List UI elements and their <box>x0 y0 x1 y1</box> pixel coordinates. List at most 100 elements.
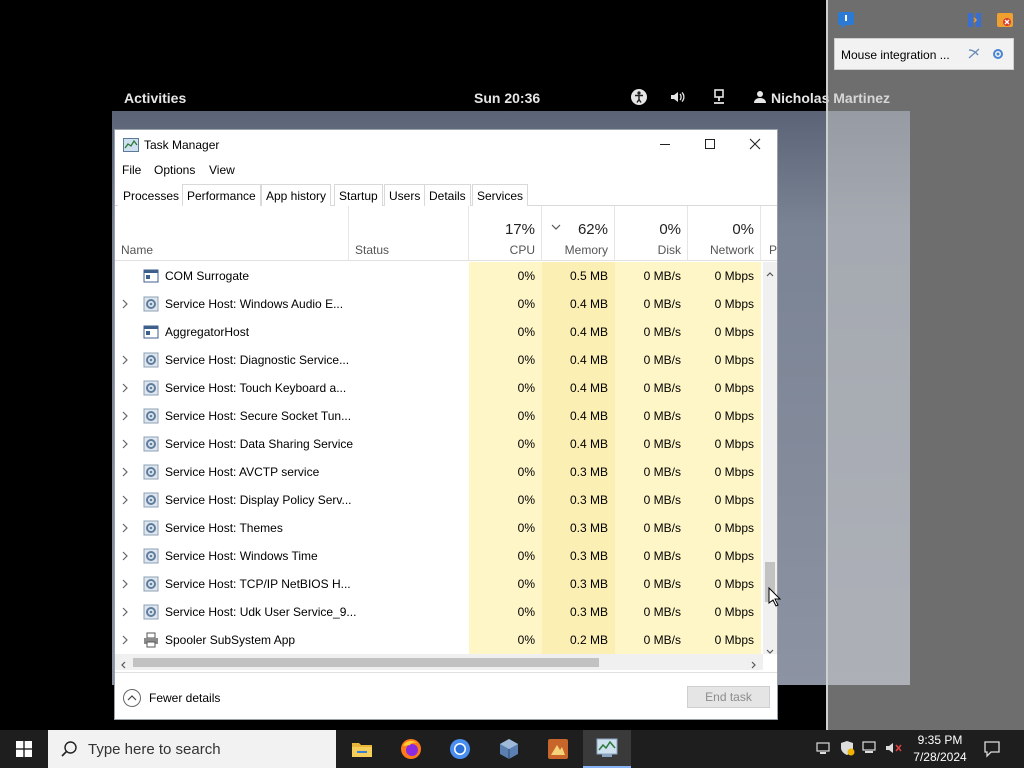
chevron-right-icon[interactable] <box>121 626 133 654</box>
menu-options[interactable]: Options <box>154 163 195 177</box>
process-cpu: 0% <box>469 570 542 598</box>
mouse-disabled-icon[interactable] <box>967 47 981 61</box>
process-network: 0 Mbps <box>688 626 761 654</box>
network-wired-icon[interactable] <box>710 88 728 106</box>
process-name: Service Host: Data Sharing Service <box>165 437 354 451</box>
tray-display-icon[interactable] <box>816 741 830 755</box>
table-row[interactable]: Service Host: Diagnostic Service... 0% 0.4… <box>115 346 763 374</box>
column-cpu[interactable]: 17% CPU <box>469 206 542 261</box>
chevron-right-icon[interactable] <box>121 430 133 458</box>
tray-network-icon[interactable] <box>862 741 878 755</box>
gnome-clock[interactable]: Sun 20:36 <box>474 90 540 106</box>
activities-button[interactable]: Activities <box>124 90 186 106</box>
taskbar-file-explorer[interactable] <box>338 730 386 768</box>
chevron-right-icon[interactable] <box>121 598 133 626</box>
gear-icon <box>143 408 159 424</box>
search-icon <box>60 740 78 758</box>
restore-panel-icon[interactable] <box>965 10 985 30</box>
close-panel-icon[interactable] <box>995 10 1015 30</box>
menu-file[interactable]: File <box>122 163 141 177</box>
chevron-right-icon[interactable] <box>121 486 133 514</box>
taskbar-chrome[interactable] <box>436 730 484 768</box>
process-memory: 0.4 MB <box>542 318 615 346</box>
chevron-right-icon[interactable] <box>121 374 133 402</box>
process-name: Service Host: Windows Time <box>165 549 318 563</box>
table-row[interactable]: Service Host: Themes 0% 0.3 MB 0 MB/s 0 Mbps <box>115 514 763 542</box>
scroll-right-icon[interactable] <box>751 658 757 672</box>
chevron-right-icon[interactable] <box>121 542 133 570</box>
mouse-integration-notification[interactable]: Mouse integration ... <box>834 38 1014 70</box>
tray-time: 9:35 PM <box>917 733 963 747</box>
table-row[interactable]: COM Surrogate 0% 0.5 MB 0 MB/s 0 Mbps <box>115 262 763 290</box>
tab-performance[interactable]: Performance <box>182 184 261 206</box>
table-row[interactable]: Service Host: Windows Audio E... 0% 0.4 MB… <box>115 290 763 318</box>
taskbar-search-box[interactable]: Type here to search <box>48 730 336 768</box>
column-name[interactable]: Name <box>115 206 349 261</box>
chevron-right-icon[interactable] <box>121 570 133 598</box>
process-memory: 0.3 MB <box>542 598 615 626</box>
process-memory: 0.4 MB <box>542 374 615 402</box>
printer-icon <box>143 632 159 648</box>
tab-startup[interactable]: Startup <box>334 184 383 206</box>
taskbar-task-manager[interactable] <box>583 730 631 768</box>
taskbar-app[interactable] <box>534 730 582 768</box>
notification-center-icon[interactable] <box>983 740 1001 758</box>
table-row[interactable]: Service Host: Udk User Service_9... 0% 0.3… <box>115 598 763 626</box>
column-status[interactable]: Status <box>349 206 469 261</box>
message-icon[interactable] <box>836 10 856 30</box>
tab-processes[interactable]: Processes <box>118 184 185 206</box>
chevron-right-icon[interactable] <box>121 458 133 486</box>
column-network[interactable]: 0% Network <box>688 206 761 261</box>
menu-view[interactable]: View <box>209 163 235 177</box>
scroll-down-icon[interactable] <box>766 644 774 658</box>
start-button[interactable] <box>0 730 48 768</box>
volume-icon[interactable] <box>669 88 687 106</box>
table-row[interactable]: Service Host: AVCTP service 0% 0.3 MB 0 MB/… <box>115 458 763 486</box>
column-power[interactable]: P <box>761 206 777 261</box>
chevron-right-icon[interactable] <box>121 346 133 374</box>
process-disk: 0 MB/s <box>615 514 688 542</box>
tray-security-icon[interactable] <box>839 740 855 756</box>
table-row[interactable]: Spooler SubSystem App 0% 0.2 MB 0 MB/s 0 Mbp… <box>115 626 763 654</box>
tab-users[interactable]: Users <box>384 184 426 206</box>
minimize-button[interactable] <box>642 130 688 158</box>
taskbar-virtualbox[interactable] <box>485 730 533 768</box>
column-disk[interactable]: 0% Disk <box>615 206 688 261</box>
column-name-label: Name <box>121 243 154 257</box>
column-status-label: Status <box>355 243 390 257</box>
gnome-top-bar: Activities Sun 20:36 Nicholas Martinez <box>0 85 910 111</box>
process-network: 0 Mbps <box>688 598 761 626</box>
tab-details[interactable]: Details <box>424 184 471 206</box>
user-icon[interactable] <box>751 88 769 106</box>
table-row[interactable]: Service Host: Secure Socket Tun... 0% 0.4 … <box>115 402 763 430</box>
fewer-details-button[interactable]: Fewer details <box>123 689 220 707</box>
table-row[interactable]: Service Host: Windows Time 0% 0.3 MB 0 MB/s… <box>115 542 763 570</box>
maximize-button[interactable] <box>687 130 733 158</box>
tab-bar: Processes Performance App history Startu… <box>115 182 777 206</box>
minimize-icon <box>660 144 670 145</box>
table-row[interactable]: Service Host: Data Sharing Service 0% 0.4 … <box>115 430 763 458</box>
taskbar-firefox[interactable] <box>387 730 435 768</box>
accessibility-icon[interactable] <box>630 88 648 106</box>
table-row[interactable]: AggregatorHost 0% 0.4 MB 0 MB/s 0 Mbps <box>115 318 763 346</box>
title-bar[interactable]: Task Manager <box>115 130 777 158</box>
tray-clock[interactable]: 9:35 PM 7/28/2024 <box>900 732 980 766</box>
tab-services[interactable]: Services <box>472 184 529 206</box>
chevron-right-icon[interactable] <box>121 402 133 430</box>
end-task-button[interactable]: End task <box>687 686 770 708</box>
table-row[interactable]: Service Host: Display Policy Serv... 0% 0.… <box>115 486 763 514</box>
task-manager-icon <box>596 738 618 757</box>
horizontal-scroll-thumb[interactable] <box>133 658 599 667</box>
process-name: COM Surrogate <box>165 269 250 283</box>
scroll-left-icon[interactable] <box>120 658 126 672</box>
column-memory[interactable]: 62% Memory <box>542 206 615 261</box>
chevron-right-icon[interactable] <box>121 290 133 318</box>
chevron-right-icon[interactable] <box>121 514 133 542</box>
table-row[interactable]: Service Host: Touch Keyboard a... 0% 0.4 M… <box>115 374 763 402</box>
settings-icon[interactable] <box>991 47 1005 61</box>
table-row[interactable]: Service Host: TCP/IP NetBIOS H... 0% 0.3 M… <box>115 570 763 598</box>
close-button[interactable] <box>732 130 778 158</box>
tab-app-history[interactable]: App history <box>261 184 332 206</box>
gear-icon <box>143 548 159 564</box>
scroll-up-icon[interactable] <box>766 266 774 280</box>
